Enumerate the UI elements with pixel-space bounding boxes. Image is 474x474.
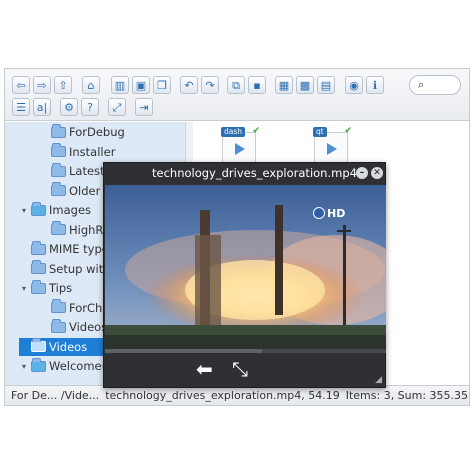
folder-icon xyxy=(31,338,46,352)
tree-item-label: Videos xyxy=(69,320,108,334)
tree-item[interactable]: MIME types xyxy=(19,240,115,258)
globe-folder-icon xyxy=(31,201,46,216)
open-button[interactable]: ❐ xyxy=(153,76,171,94)
check-icon: ✔ xyxy=(252,126,260,136)
tree-item[interactable]: ▾ Images xyxy=(19,201,91,219)
tree-item-label: Images xyxy=(49,203,92,217)
toolbar: ⇦ ⇨ ⇧ ⌂ ▥ ▣ ❐ ↶ ↷ ⧉ ▪ ▦ ▩ ▤ ◉ ℹ ☰ a| ⚙? ⤢ ⇥ xyxy=(5,69,469,121)
play-icon xyxy=(235,143,245,155)
search-icon: ⌕ xyxy=(418,78,425,91)
file-type-tag: dash xyxy=(221,127,246,137)
folder-icon xyxy=(31,279,46,294)
panes-button[interactable]: ▥ xyxy=(111,76,129,94)
back-arrow-icon[interactable]: ➡ xyxy=(196,357,213,381)
tree-item-label: Older xyxy=(69,183,101,198)
home-button[interactable]: ⌂ xyxy=(82,76,100,94)
folder-icon xyxy=(51,123,66,138)
tree-item[interactable]: Setup with xyxy=(19,260,111,278)
globe-folder-icon xyxy=(31,357,46,372)
folder-icon xyxy=(51,182,66,196)
status-file: technology_drives_exploration.mp4, 54.19 xyxy=(105,389,340,402)
tree-item-label: Tips xyxy=(49,281,73,295)
minimize-button[interactable]: – xyxy=(356,167,368,179)
tree-item-label: Setup with xyxy=(49,261,111,276)
tree-item[interactable]: ForDebug xyxy=(39,123,125,141)
fullscreen-icon[interactable]: ⤡ xyxy=(232,359,248,379)
seek-bar[interactable] xyxy=(105,349,386,353)
video-file-icon[interactable]: qt ✔ xyxy=(313,126,352,164)
close-button[interactable]: ✕ xyxy=(371,167,383,179)
tree-item[interactable]: ▾ Tips xyxy=(19,279,72,297)
select-button[interactable]: ▪ xyxy=(248,76,266,94)
list-button[interactable]: ☰ xyxy=(12,98,30,116)
grid-small-button[interactable]: ▩ xyxy=(296,76,314,94)
grid-alt-button[interactable]: ▤ xyxy=(317,76,335,94)
expand-caret-icon[interactable]: ▾ xyxy=(19,284,29,293)
help-button[interactable]: ? xyxy=(81,98,99,116)
undo-button[interactable]: ↶ xyxy=(180,76,198,94)
status-path: For De... /Vide... xyxy=(11,389,100,402)
status-items: Items: 3, Sum: 355.35 xyxy=(345,389,469,402)
resize-handle[interactable]: ◢ xyxy=(375,375,382,385)
save-button[interactable]: ▣ xyxy=(132,76,150,94)
info-button[interactable]: ℹ xyxy=(366,76,384,94)
status-bar: For De... /Vide... technology_drives_exp… xyxy=(5,385,469,405)
expand-caret-icon[interactable]: ▾ xyxy=(19,206,29,215)
tree-item-label: ForDebug xyxy=(69,125,125,139)
seek-progress xyxy=(105,349,263,353)
tree-item-label: Installer xyxy=(69,144,116,159)
preview-button[interactable]: ◉ xyxy=(345,76,363,94)
folder-icon xyxy=(51,221,66,235)
nasa-logo-icon xyxy=(313,207,325,219)
settings-button[interactable]: ⚙ xyxy=(60,98,78,116)
copy-button[interactable]: ⧉ xyxy=(227,76,245,94)
folder-icon xyxy=(51,143,66,157)
expand-button[interactable]: ⤢ xyxy=(108,98,126,116)
tree-item[interactable]: Older xyxy=(39,182,100,200)
redo-button[interactable]: ↷ xyxy=(201,76,219,94)
folder-icon xyxy=(51,299,66,313)
folder-icon xyxy=(31,260,46,274)
player-title[interactable]: technology_drives_exploration.mp4 xyxy=(104,163,385,183)
rename-button[interactable]: a| xyxy=(33,98,51,116)
grid-large-button[interactable]: ▦ xyxy=(275,76,293,94)
play-icon xyxy=(327,143,337,155)
folder-icon xyxy=(51,318,66,333)
tree-item[interactable]: Videos xyxy=(39,318,107,336)
export-button[interactable]: ⇥ xyxy=(135,98,153,116)
expand-caret-icon[interactable]: ▾ xyxy=(19,362,29,371)
search-box[interactable]: ⌕ xyxy=(409,75,461,95)
check-icon: ✔ xyxy=(344,126,352,136)
tree-item-label: Videos xyxy=(49,339,88,354)
video-player-window[interactable]: technology_drives_exploration.mp4 – ✕ HD… xyxy=(103,162,386,388)
file-type-tag: qt xyxy=(313,127,327,137)
hd-badge: HD xyxy=(327,207,346,220)
tree-item[interactable]: Installer xyxy=(39,143,115,161)
folder-icon xyxy=(51,162,66,177)
video-frame[interactable]: HD xyxy=(105,185,386,348)
up-button[interactable]: ⇧ xyxy=(54,76,72,94)
back-button[interactable]: ⇦ xyxy=(12,76,30,94)
folder-icon xyxy=(31,240,46,255)
forward-button[interactable]: ⇨ xyxy=(33,76,51,94)
video-file-icon[interactable]: dash ✔ xyxy=(221,126,260,164)
